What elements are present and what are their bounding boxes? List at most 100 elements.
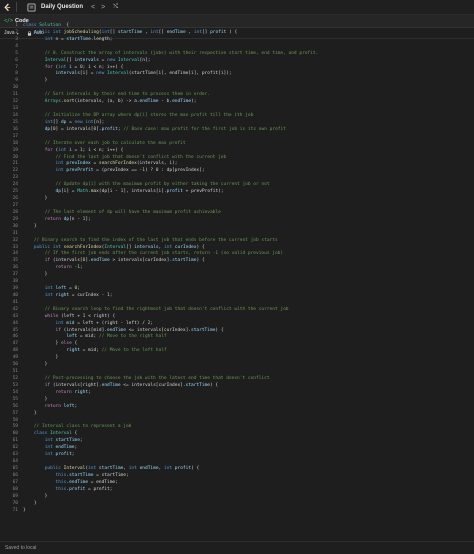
code-text[interactable]: this.startTime = startTime;: [23, 473, 129, 480]
code-text[interactable]: int left = 0;: [23, 286, 80, 293]
code-line[interactable]: 42 // Binary search loop to find the rig…: [0, 307, 474, 314]
code-line[interactable]: 53 if (intervals[right].endTime <= inter…: [0, 383, 474, 390]
code-line[interactable]: 38: [0, 279, 474, 286]
code-line[interactable]: 1 class Solution {: [0, 23, 474, 30]
code-line[interactable]: 71}: [0, 508, 474, 515]
code-text[interactable]: // Initialize the DP array where dp[i] s…: [23, 113, 254, 120]
code-text[interactable]: // Iterate over each job to calculate th…: [23, 141, 186, 148]
shuffle-icon[interactable]: ⤭: [113, 4, 118, 11]
code-line[interactable]: 27: [0, 203, 474, 210]
code-line[interactable]: 4: [0, 44, 474, 51]
code-line[interactable]: 39 int left = 0;: [0, 286, 474, 293]
code-text[interactable]: int profit;: [23, 452, 75, 459]
code-line[interactable]: 63 int profit;: [0, 452, 474, 459]
code-line[interactable]: 68 this.profit = profit;: [0, 487, 474, 494]
code-line[interactable]: 54 return right;: [0, 390, 474, 397]
code-text[interactable]: }: [23, 272, 48, 279]
code-line[interactable]: 16 dp[0] = intervals[0].profit; // Base …: [0, 127, 474, 134]
code-line[interactable]: 43 while (left + 1 < right) {: [0, 314, 474, 321]
code-text[interactable]: int[] dp = new int[n];: [23, 120, 105, 127]
code-line[interactable]: 50 }: [0, 362, 474, 369]
code-line[interactable]: 49 }: [0, 355, 474, 362]
code-line[interactable]: 30 }: [0, 224, 474, 231]
code-line[interactable]: 2 public int jobScheduling(int[] startTi…: [0, 30, 474, 37]
code-line[interactable]: 65 public Interval(int startTime, int en…: [0, 466, 474, 473]
code-text[interactable]: return left;: [23, 404, 78, 411]
prev-question-button[interactable]: <: [91, 4, 95, 11]
code-line[interactable]: 37 }: [0, 272, 474, 279]
code-text[interactable]: Arrays.sort(intervals, (a, b) -> a.endTi…: [23, 99, 197, 106]
code-text[interactable]: dp[0] = intervals[0].profit; // Base cas…: [23, 127, 286, 134]
code-line[interactable]: 8 intervals[i] = new Interval(startTime[…: [0, 71, 474, 78]
leetcode-logo-icon[interactable]: [0, 0, 14, 14]
code-line[interactable]: 3 int n = startTime.length;: [0, 37, 474, 44]
code-text[interactable]: Interval[] intervals = new Interval[n];: [23, 58, 151, 65]
code-text[interactable]: // 0. Construct the array of intervals (…: [23, 51, 319, 58]
code-line[interactable]: 36 return -1;: [0, 265, 474, 272]
code-text[interactable]: }: [23, 362, 48, 369]
code-text[interactable]: intervals[i] = new Interval(startTime[i]…: [23, 71, 232, 78]
problem-list-icon[interactable]: [27, 2, 37, 12]
code-text[interactable]: // Binary search loop to find the rightm…: [23, 307, 289, 314]
code-text[interactable]: while (left + 1 < right) {: [23, 314, 115, 321]
code-text[interactable]: }: [23, 508, 26, 515]
code-line[interactable]: 9 }: [0, 78, 474, 85]
code-text[interactable]: this.endTime = endTime;: [23, 480, 118, 487]
code-line[interactable]: 41: [0, 300, 474, 307]
code-line[interactable]: 55 }: [0, 397, 474, 404]
code-line[interactable]: 48 right = mid; // Move to the left half: [0, 348, 474, 355]
code-text[interactable]: dp[i] = Math.max(dp[i - 1], intervals[i]…: [23, 189, 224, 196]
code-line[interactable]: 52 // Post-processing to choose the job …: [0, 376, 474, 383]
code-line[interactable]: 31: [0, 231, 474, 238]
code-line[interactable]: 67 this.endTime = endTime;: [0, 480, 474, 487]
code-line[interactable]: 26 }: [0, 196, 474, 203]
code-text[interactable]: }: [23, 501, 37, 508]
code-line[interactable]: 56 return left;: [0, 404, 474, 411]
code-text[interactable]: // Post-processing to choose the job wit…: [23, 376, 270, 383]
problem-title[interactable]: Daily Question: [41, 4, 83, 10]
code-text[interactable]: for (int i = 1; i < n; i++) {: [23, 148, 124, 155]
code-line[interactable]: 29 return dp[n - 1];: [0, 217, 474, 224]
code-line[interactable]: 69 }: [0, 494, 474, 501]
code-text[interactable]: public Interval(int startTime, int endTi…: [23, 466, 200, 473]
code-text[interactable]: if (intervals[right].endTime <= interval…: [23, 383, 218, 390]
code-line[interactable]: 28 // The last element of dp will have t…: [0, 210, 474, 217]
code-text[interactable]: }: [23, 494, 48, 501]
code-text[interactable]: int mid = left + (right - left) / 2;: [23, 321, 154, 328]
code-line[interactable]: 40 int right = curIndex - 1;: [0, 293, 474, 300]
code-text[interactable]: int n = startTime.length;: [23, 37, 113, 44]
code-text[interactable]: }: [23, 397, 48, 404]
code-text[interactable]: }: [23, 78, 48, 85]
code-line[interactable]: 22 int prevProfit = (prevIndex == -1) ? …: [0, 168, 474, 175]
code-line[interactable]: 51: [0, 369, 474, 376]
code-editor[interactable]: 1 class Solution {2 public int jobSchedul…: [0, 23, 474, 526]
code-line[interactable]: 66 this.startTime = startTime;: [0, 473, 474, 480]
code-text[interactable]: this.profit = profit;: [23, 487, 113, 494]
code-text[interactable]: class Solution {: [23, 23, 69, 30]
code-text[interactable]: }: [23, 224, 37, 231]
code-text[interactable]: // The last element of dp will have the …: [23, 210, 221, 217]
code-line[interactable]: 19 for (int i = 1; i < n; i++) {: [0, 148, 474, 155]
code-line[interactable]: 18 // Iterate over each job to calculate…: [0, 141, 474, 148]
code-line[interactable]: 5 // 0. Construct the array of intervals…: [0, 51, 474, 58]
code-text[interactable]: public int jobScheduling(int[] startTime…: [23, 30, 237, 37]
next-question-button[interactable]: >: [101, 4, 105, 11]
code-line[interactable]: 12 Arrays.sort(intervals, (a, b) -> a.en…: [0, 99, 474, 106]
code-text[interactable]: int prevProfit = (prevIndex == -1) ? 0 :…: [23, 168, 205, 175]
code-line[interactable]: 64: [0, 459, 474, 466]
code-text[interactable]: }: [23, 411, 37, 418]
code-line[interactable]: 14 // Initialize the DP array where dp[i…: [0, 113, 474, 120]
code-line[interactable]: 17: [0, 134, 474, 141]
code-text[interactable]: return right;: [23, 390, 91, 397]
code-line[interactable]: 13: [0, 106, 474, 113]
code-line[interactable]: 32 // Binary search to find the index of…: [0, 238, 474, 245]
code-text[interactable]: return dp[n - 1];: [23, 217, 91, 224]
code-line[interactable]: 15 int[] dp = new int[n];: [0, 120, 474, 127]
code-line[interactable]: 25 dp[i] = Math.max(dp[i - 1], intervals…: [0, 189, 474, 196]
code-text[interactable]: // Binary search to find the index of th…: [23, 238, 278, 245]
code-line[interactable]: 6 Interval[] intervals = new Interval[n]…: [0, 58, 474, 65]
code-text[interactable]: int right = curIndex - 1;: [23, 293, 113, 300]
code-line[interactable]: 44 int mid = left + (right - left) / 2;: [0, 321, 474, 328]
code-line[interactable]: 70 }: [0, 501, 474, 508]
code-text[interactable]: }: [23, 196, 48, 203]
